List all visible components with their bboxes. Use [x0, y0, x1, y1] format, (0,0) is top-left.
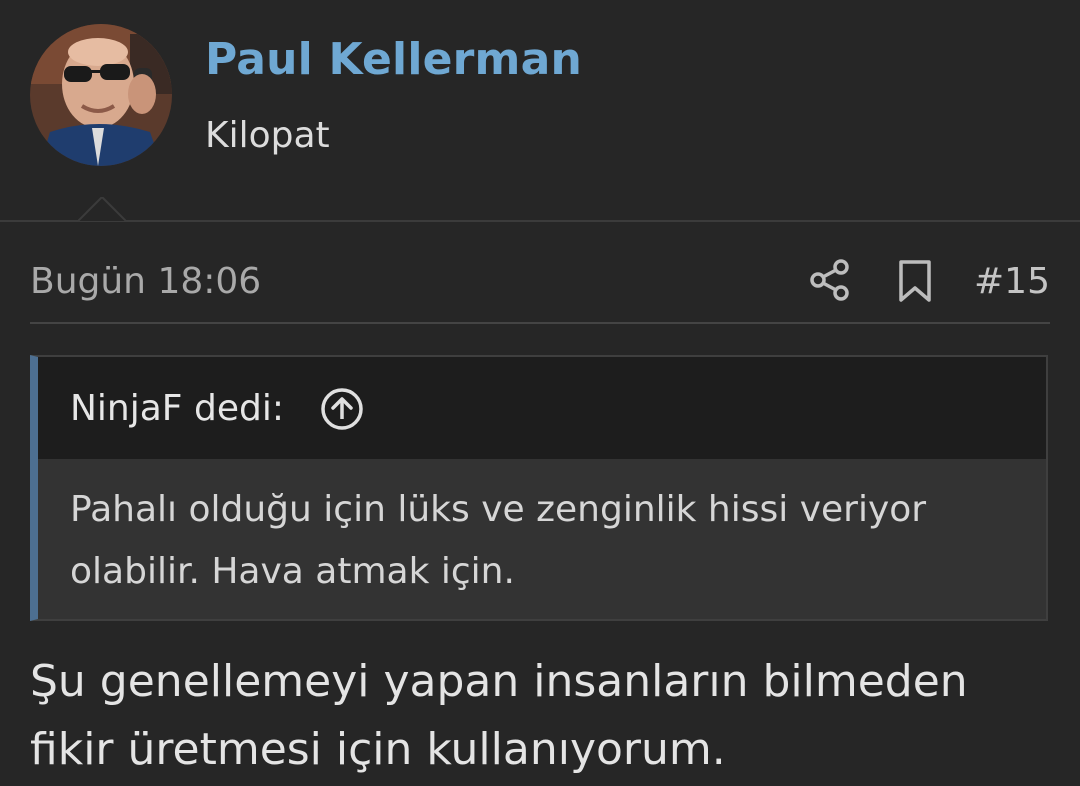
meta-divider [30, 322, 1050, 324]
avatar-image [30, 24, 172, 166]
share-icon[interactable] [808, 258, 852, 302]
quote-header: NinjaF dedi: [38, 357, 1046, 459]
username[interactable]: Paul Kellerman [205, 30, 582, 90]
quote-text: Pahalı olduğu için lüks ve zenginlik his… [70, 489, 927, 592]
bookmark-icon[interactable] [895, 258, 935, 304]
circle-arrow-up-icon[interactable] [320, 387, 364, 431]
user-title: Kilopat [205, 115, 330, 156]
quote-author[interactable]: NinjaF dedi: [70, 385, 284, 433]
post-number[interactable]: #15 [974, 258, 1050, 306]
quote-block: NinjaF dedi: Pahalı olduğu için lüks ve … [30, 355, 1048, 621]
post-page: Paul Kellerman Kilopat Bugün 18:06 #15 N… [0, 0, 1080, 786]
post-meta: Bugün 18:06 #15 [30, 246, 1050, 324]
avatar[interactable] [30, 24, 172, 166]
message-text: Şu genellemeyi yapan insanların bilmeden… [30, 656, 968, 775]
post-date[interactable]: Bugün 18:06 [30, 258, 261, 306]
user-header: Paul Kellerman Kilopat [0, 0, 1080, 222]
header-divider [0, 220, 1080, 222]
